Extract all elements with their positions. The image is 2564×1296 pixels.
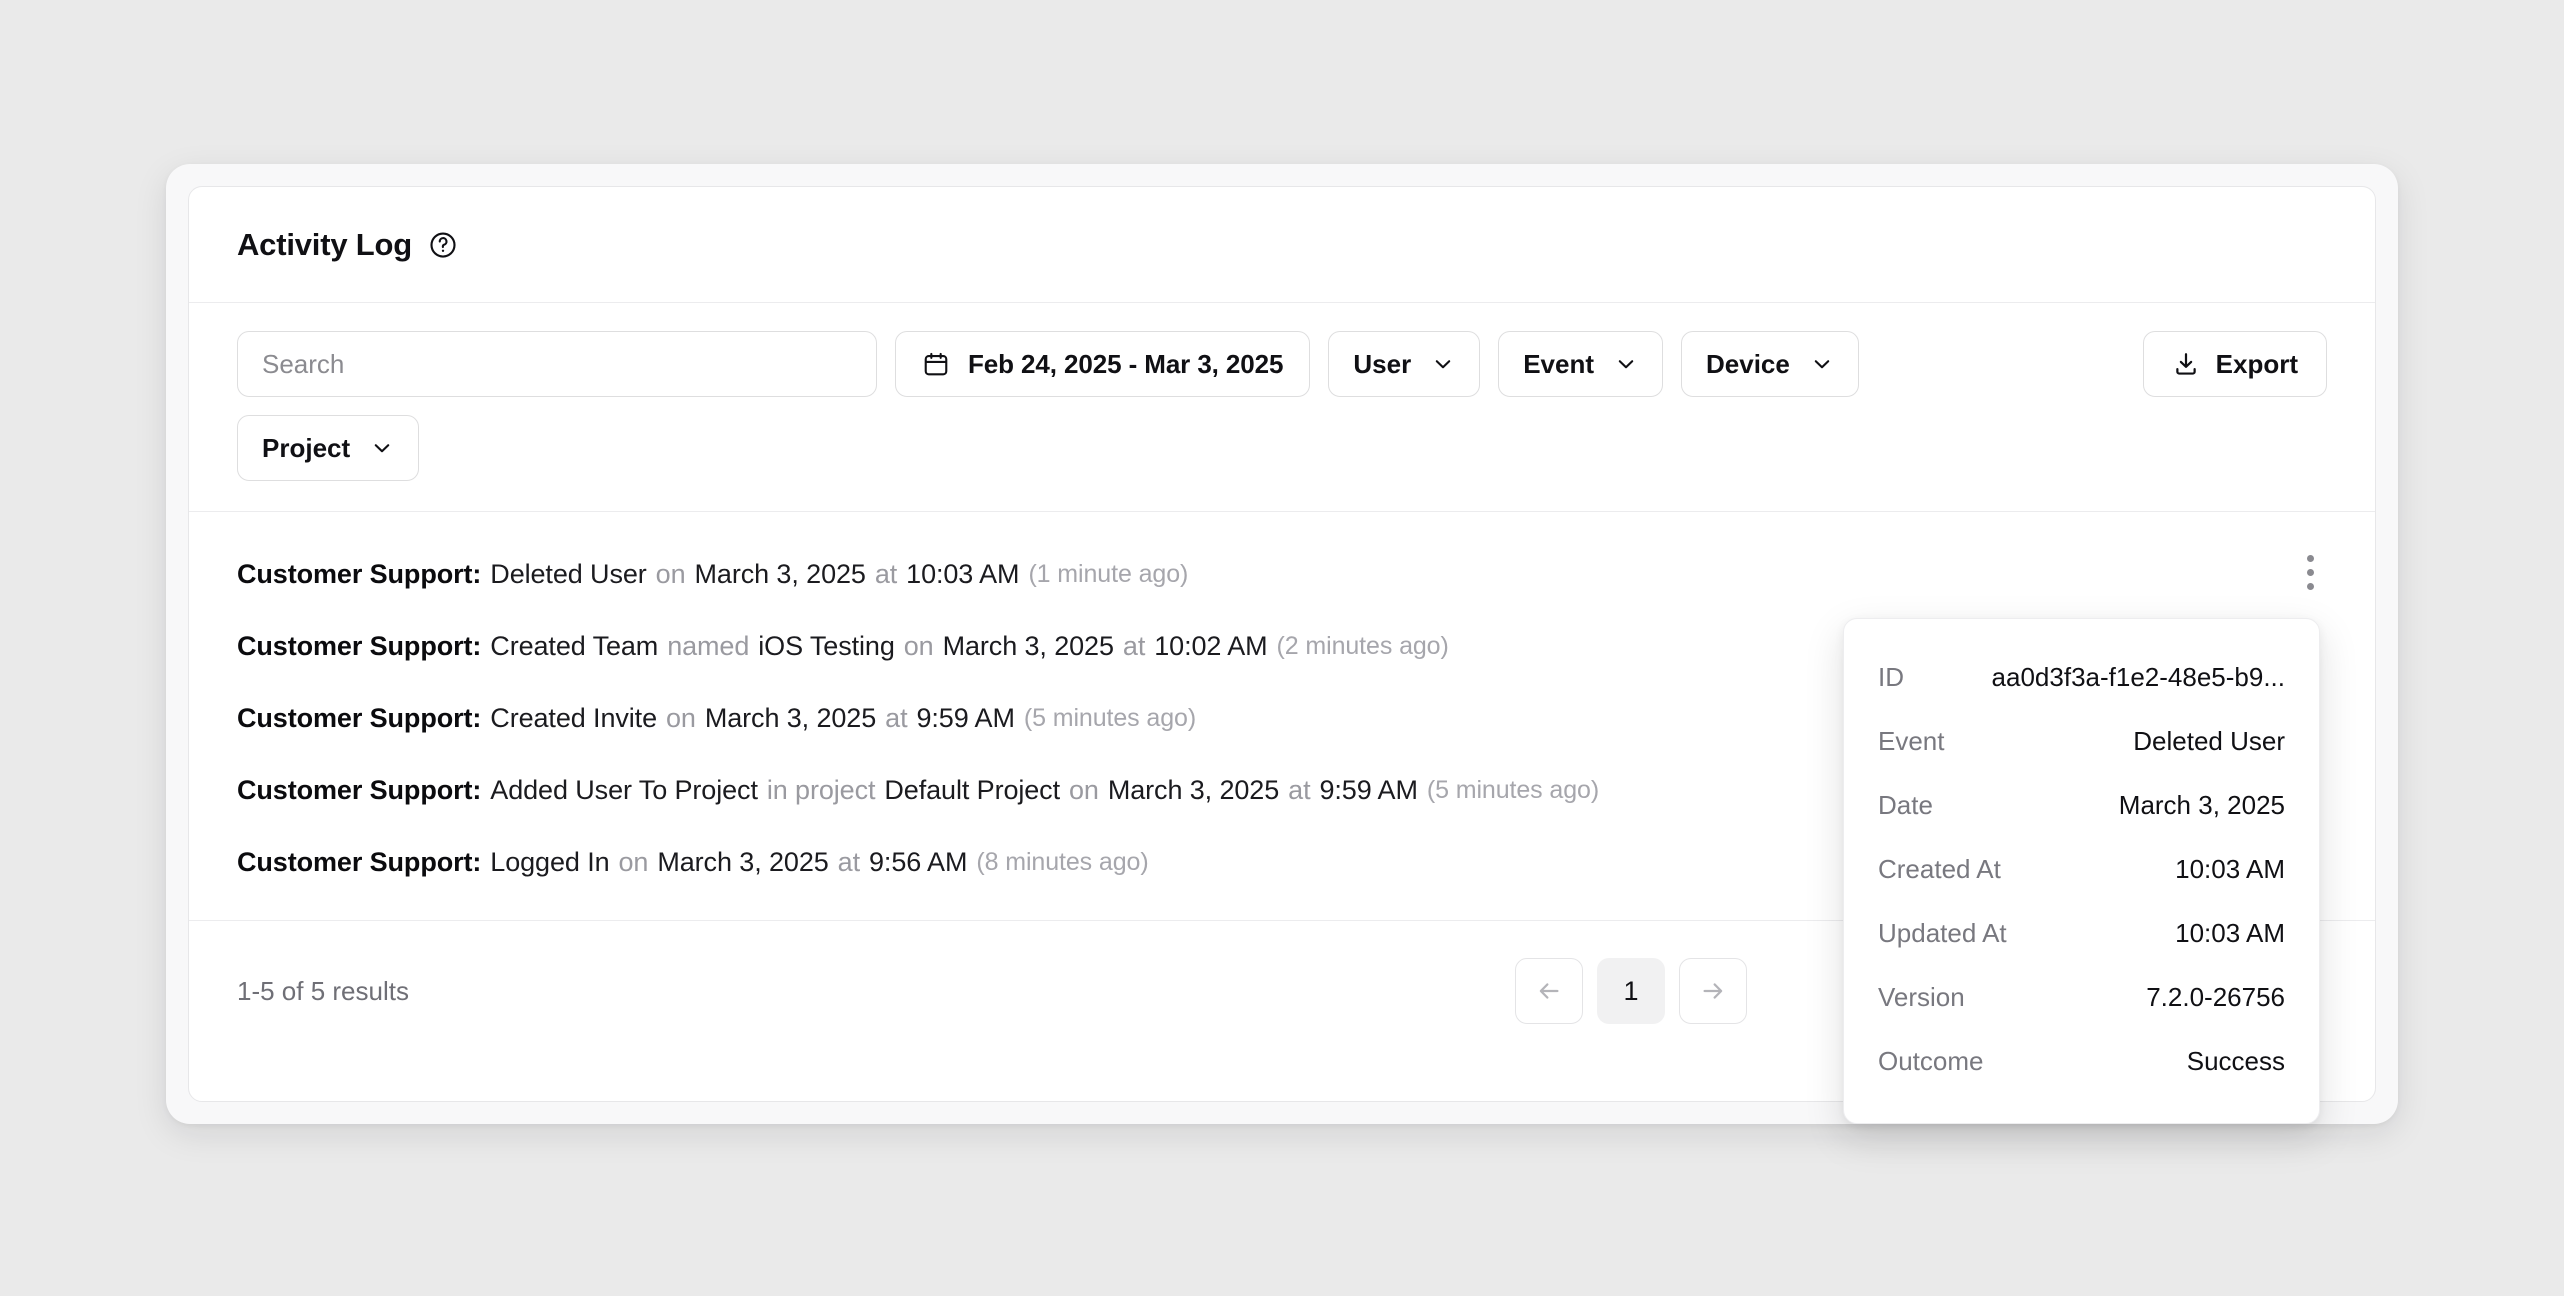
log-preposition: on bbox=[903, 630, 934, 661]
log-preposition: on bbox=[655, 558, 686, 589]
export-button[interactable]: Export bbox=[2142, 331, 2327, 397]
log-date: March 3, 2025 bbox=[694, 558, 866, 589]
chevron-down-icon bbox=[1614, 352, 1638, 376]
log-at: at bbox=[837, 846, 860, 877]
popover-value: Success bbox=[2186, 1045, 2285, 1076]
filter-dropdown-project[interactable]: Project bbox=[237, 415, 420, 481]
kebab-dot bbox=[2306, 568, 2314, 576]
log-mid-label: named bbox=[667, 630, 750, 661]
filter-dropdown-user[interactable]: User bbox=[1328, 331, 1481, 397]
log-date: March 3, 2025 bbox=[942, 630, 1114, 661]
log-relative-time: (5 minutes ago) bbox=[1023, 703, 1197, 732]
log-actor: Customer Support: bbox=[237, 630, 482, 661]
popover-value: 7.2.0-26756 bbox=[2146, 981, 2285, 1012]
more-vertical-icon[interactable] bbox=[2289, 546, 2331, 598]
log-actor: Customer Support: bbox=[237, 702, 482, 733]
log-detail-popover: ID aa0d3f3a-f1e2-48e5-b9... Event Delete… bbox=[1843, 618, 2320, 1124]
toolbar-row-secondary: Project bbox=[237, 415, 2327, 481]
log-at: at bbox=[874, 558, 898, 589]
arrow-left-icon[interactable] bbox=[1515, 958, 1583, 1024]
chevron-down-icon bbox=[370, 436, 394, 460]
card-header: Activity Log bbox=[189, 187, 2375, 303]
filter-label-device: Device bbox=[1706, 348, 1790, 379]
log-preposition: on bbox=[618, 846, 649, 877]
log-preposition: on bbox=[1069, 774, 1099, 805]
log-relative-time: (1 minute ago) bbox=[1028, 559, 1189, 588]
chevron-down-icon bbox=[1431, 352, 1455, 376]
calendar-icon bbox=[922, 350, 950, 378]
log-mid-value: Default Project bbox=[884, 774, 1060, 805]
log-date: March 3, 2025 bbox=[704, 702, 877, 733]
popover-row-id: ID aa0d3f3a-f1e2-48e5-b9... bbox=[1878, 645, 2285, 709]
log-actor: Customer Support: bbox=[237, 846, 482, 877]
results-count: 1-5 of 5 results bbox=[237, 975, 409, 1006]
popover-label: Updated At bbox=[1878, 917, 2007, 948]
popover-row-updated-at: Updated At 10:03 AM bbox=[1878, 901, 2285, 965]
log-actor: Customer Support: bbox=[237, 558, 482, 589]
popover-label: ID bbox=[1878, 661, 1904, 692]
popover-value: Deleted User bbox=[2133, 725, 2285, 756]
popover-value: March 3, 2025 bbox=[2118, 789, 2285, 820]
log-mid-label: in project bbox=[766, 774, 876, 805]
filter-toolbar: Feb 24, 2025 - Mar 3, 2025 User Event De… bbox=[189, 303, 2375, 512]
popover-label: Event bbox=[1878, 725, 1945, 756]
popover-label: Created At bbox=[1878, 853, 2001, 884]
log-relative-time: (8 minutes ago) bbox=[976, 847, 1149, 876]
page-number-1[interactable]: 1 bbox=[1597, 958, 1665, 1024]
search-input[interactable] bbox=[237, 331, 877, 397]
log-relative-time: (5 minutes ago) bbox=[1426, 775, 1600, 804]
log-mid-value: iOS Testing bbox=[758, 630, 895, 661]
log-event: Deleted User bbox=[490, 558, 647, 589]
date-range-label: Feb 24, 2025 - Mar 3, 2025 bbox=[968, 348, 1284, 379]
filter-label-project: Project bbox=[262, 432, 351, 463]
log-event: Added User To Project bbox=[490, 774, 758, 805]
log-actor: Customer Support: bbox=[237, 774, 482, 805]
download-icon bbox=[2172, 350, 2200, 378]
arrow-right-icon[interactable] bbox=[1679, 958, 1747, 1024]
date-range-button[interactable]: Feb 24, 2025 - Mar 3, 2025 bbox=[895, 331, 1311, 397]
page-title: Activity Log bbox=[237, 226, 413, 262]
filter-label-event: Event bbox=[1523, 348, 1595, 379]
log-event: Created Invite bbox=[490, 702, 657, 733]
log-event: Logged In bbox=[490, 846, 610, 877]
log-preposition: on bbox=[666, 702, 696, 733]
log-relative-time: (2 minutes ago) bbox=[1276, 631, 1449, 660]
popover-label: Version bbox=[1878, 981, 1965, 1012]
popover-row-version: Version 7.2.0-26756 bbox=[1878, 965, 2285, 1029]
log-at: at bbox=[1122, 630, 1146, 661]
kebab-dot bbox=[2306, 582, 2314, 590]
log-time: 9:56 AM bbox=[869, 846, 968, 877]
pagination: 1 bbox=[1515, 958, 1747, 1024]
popover-row-outcome: Outcome Success bbox=[1878, 1029, 2285, 1093]
popover-label: Date bbox=[1878, 789, 1933, 820]
chevron-down-icon bbox=[1810, 352, 1834, 376]
log-date: March 3, 2025 bbox=[657, 846, 829, 877]
question-circle-icon[interactable] bbox=[428, 230, 458, 260]
log-row[interactable]: Customer Support: Deleted User on March 3, … bbox=[237, 538, 2327, 610]
popover-row-event: Event Deleted User bbox=[1878, 709, 2285, 773]
popover-row-date: Date March 3, 2025 bbox=[1878, 773, 2285, 837]
kebab-dot bbox=[2306, 554, 2314, 562]
log-time: 9:59 AM bbox=[916, 702, 1015, 733]
popover-value: 10:03 AM bbox=[2175, 853, 2285, 884]
filter-dropdown-event[interactable]: Event bbox=[1498, 331, 1664, 397]
log-at: at bbox=[1288, 774, 1311, 805]
log-time: 10:02 AM bbox=[1154, 630, 1268, 661]
log-event: Created Team bbox=[490, 630, 659, 661]
filter-label-user: User bbox=[1353, 348, 1412, 379]
popover-label: Outcome bbox=[1878, 1045, 1984, 1076]
toolbar-row-primary: Feb 24, 2025 - Mar 3, 2025 User Event De… bbox=[237, 331, 2327, 397]
popover-row-created-at: Created At 10:03 AM bbox=[1878, 837, 2285, 901]
log-at: at bbox=[885, 702, 908, 733]
filter-dropdown-device[interactable]: Device bbox=[1681, 331, 1859, 397]
log-time: 10:03 AM bbox=[906, 558, 1020, 589]
export-label: Export bbox=[2215, 348, 2298, 379]
popover-value: aa0d3f3a-f1e2-48e5-b9... bbox=[1991, 661, 2285, 692]
popover-value: 10:03 AM bbox=[2175, 917, 2285, 948]
log-time: 9:59 AM bbox=[1319, 774, 1418, 805]
log-date: March 3, 2025 bbox=[1107, 774, 1280, 805]
